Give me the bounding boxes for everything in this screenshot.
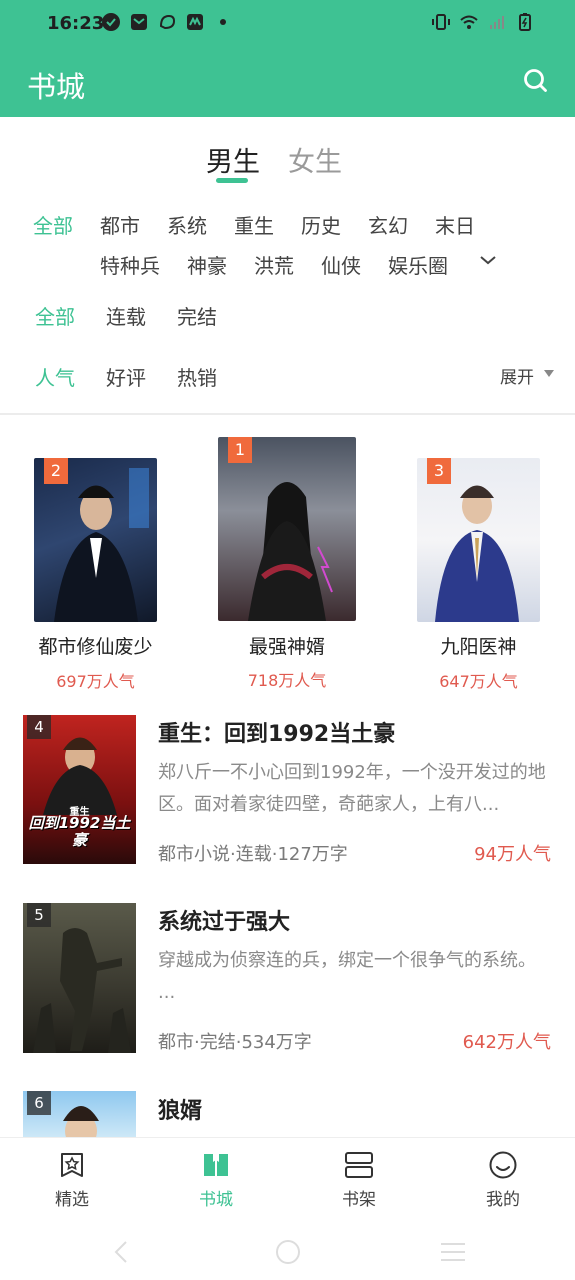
rank-badge: 5: [27, 903, 51, 927]
book-cover-rank-4[interactable]: 4 重生 回到1992当土豪: [23, 715, 136, 864]
tab-indicator: [216, 178, 248, 183]
book-cover-rank-6[interactable]: 6: [23, 1091, 136, 1137]
nav-label: 书城: [199, 1190, 233, 1210]
system-icons: [431, 12, 535, 32]
bottom-nav: 精选 书城 书架 我的: [0, 1137, 575, 1224]
rank-badge: 1: [228, 437, 252, 463]
divider: [0, 413, 575, 415]
category-system[interactable]: 系统: [167, 210, 207, 239]
book-popularity: 94万人气: [474, 844, 551, 865]
chevron-down-icon[interactable]: [478, 250, 498, 270]
status-all[interactable]: 全部: [35, 301, 75, 330]
category-doomsday[interactable]: 末日: [435, 210, 475, 239]
book-cover-rank-5[interactable]: 5: [23, 903, 136, 1053]
category-all[interactable]: 全部: [33, 210, 73, 239]
book-popularity: 718万人气: [247, 671, 327, 690]
star-book-icon: [61, 1153, 83, 1177]
sort-rating[interactable]: 好评: [106, 362, 146, 391]
book-cover-rank-1[interactable]: 1: [218, 437, 356, 621]
app-badge-icon: [187, 14, 203, 30]
mail-icon: [131, 14, 147, 30]
bookstore-icon: [204, 1154, 228, 1176]
category-xianxia[interactable]: 仙侠: [321, 250, 361, 279]
status-serializing[interactable]: 连载: [106, 301, 146, 330]
category-special-forces[interactable]: 特种兵: [100, 250, 160, 279]
book-title[interactable]: 九阳医神: [417, 632, 540, 659]
nav-profile[interactable]: 我的: [463, 1150, 543, 1210]
rank-badge: 2: [44, 458, 68, 484]
cover-text: 回到1992当土豪: [28, 814, 131, 849]
status-completed[interactable]: 完结: [177, 301, 217, 330]
nav-label: 书架: [342, 1190, 376, 1210]
category-tycoon[interactable]: 神豪: [187, 250, 227, 279]
wifi-icon: [460, 15, 478, 29]
book-title[interactable]: 狼婿: [158, 1093, 202, 1125]
category-history[interactable]: 历史: [301, 210, 341, 239]
rank-badge: 3: [427, 458, 451, 484]
rank-badge: 6: [27, 1091, 51, 1115]
status-bar: 16:23: [0, 0, 575, 48]
nav-bookstore[interactable]: 书城: [176, 1150, 256, 1210]
menu-icon[interactable]: [439, 1241, 467, 1263]
app-notify-icon: [159, 14, 176, 30]
book-meta: 都市小说·连载·127万字: [158, 844, 348, 865]
category-fantasy[interactable]: 玄幻: [368, 210, 408, 239]
category-urban[interactable]: 都市: [100, 210, 140, 239]
status-time: 16:23: [47, 13, 105, 34]
book-cover-rank-2[interactable]: 2: [34, 458, 157, 622]
book-description: 郑八斤一不小心回到1992年，一个没开发过的地区。面对着家徒四壁，奇葩家人，上有…: [158, 762, 546, 815]
signal-icon: [490, 16, 504, 29]
notification-icons: [101, 12, 233, 32]
dot-icon: [220, 19, 226, 25]
book-title[interactable]: 都市修仙废少: [34, 632, 157, 659]
category-primordial[interactable]: 洪荒: [254, 250, 294, 279]
system-nav-bar: [0, 1224, 575, 1280]
book-popularity: 647万人气: [439, 672, 518, 691]
book-popularity: 697万人气: [56, 672, 135, 691]
book-meta: 都市·完结·534万字: [158, 1032, 312, 1053]
book-popularity: 642万人气: [462, 1032, 551, 1053]
book-title[interactable]: 重生：回到1992当土豪: [158, 716, 395, 748]
sort-popularity[interactable]: 人气: [35, 362, 75, 391]
check-circle-icon: [102, 13, 120, 31]
bookshelf-icon: [345, 1152, 373, 1178]
rank-badge: 4: [27, 715, 51, 739]
category-rebirth[interactable]: 重生: [234, 210, 274, 239]
book-cover-rank-3[interactable]: 3: [417, 458, 540, 622]
search-icon[interactable]: [523, 68, 549, 94]
caret-down-icon[interactable]: [544, 370, 554, 377]
profile-smile-icon: [489, 1151, 517, 1179]
book-description: 穿越成为侦察连的兵，绑定一个很争气的系统。 ...: [158, 950, 536, 1003]
home-icon[interactable]: [275, 1239, 301, 1265]
nav-featured[interactable]: 精选: [32, 1150, 112, 1210]
category-entertainment[interactable]: 娱乐圈: [388, 250, 448, 279]
sort-hot-sales[interactable]: 热销: [177, 362, 217, 391]
book-title[interactable]: 系统过于强大: [158, 904, 290, 936]
tab-male[interactable]: 男生: [206, 140, 260, 179]
tab-female[interactable]: 女生: [288, 140, 342, 179]
vibrate-icon: [432, 14, 450, 30]
cover-art: [248, 482, 333, 621]
page-title: 书城: [27, 70, 86, 104]
nav-bookshelf[interactable]: 书架: [319, 1150, 399, 1210]
book-title[interactable]: 最强神婿: [218, 632, 356, 659]
nav-label: 精选: [55, 1190, 89, 1210]
app-header: 16:23 书城: [0, 0, 575, 117]
expand-toggle[interactable]: 展开: [500, 363, 534, 388]
nav-label: 我的: [486, 1190, 520, 1210]
battery-charging-icon: [519, 13, 531, 31]
back-icon[interactable]: [110, 1239, 134, 1265]
